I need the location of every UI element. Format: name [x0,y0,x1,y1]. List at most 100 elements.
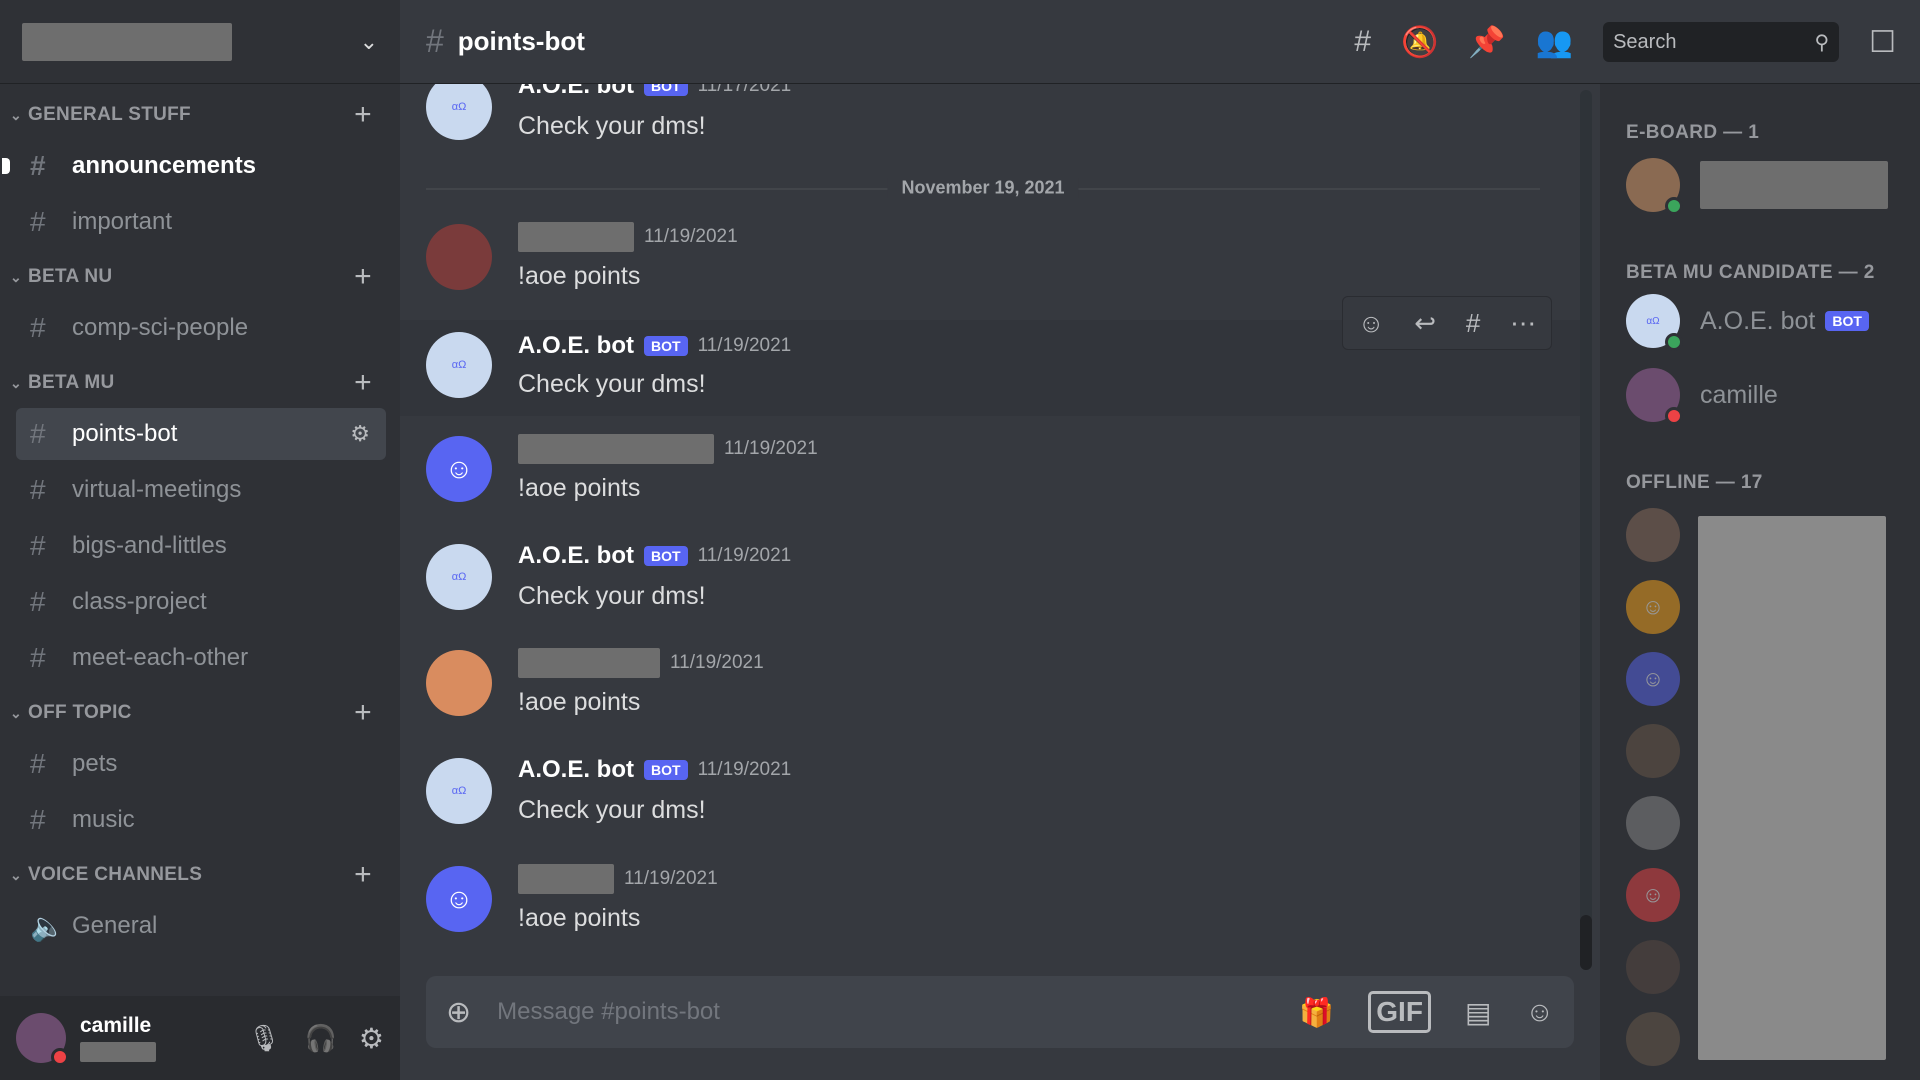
reply-icon[interactable]: ↩ [1414,308,1436,339]
channel-bigs-and-littles[interactable]: # bigs-and-littles [16,520,386,572]
message-author[interactable]: A.O.E. bot [518,756,634,784]
create-thread-icon[interactable]: # [1466,308,1480,339]
add-reaction-icon[interactable]: ☺ [1358,308,1385,339]
category-voice-channels[interactable]: ⌄ VOICE CHANNELS + [0,850,400,900]
message-author[interactable]: A.O.E. bot [518,542,634,570]
channel-points-bot[interactable]: # points-bot ⚙ [16,408,386,460]
add-attachment-icon[interactable]: ⊕ [446,995,471,1030]
bot-avatar[interactable]: αΩ [426,84,492,140]
add-channel-icon[interactable]: + [354,368,372,398]
category-general-stuff[interactable]: ⌄ GENERAL STUFF + [0,90,400,140]
emoji-icon[interactable]: ☺ [1525,996,1554,1028]
member-item[interactable]: ☺ [1626,868,1680,922]
message-author[interactable]: A.O.E. bot [518,84,634,100]
message-timestamp: 11/19/2021 [624,868,718,889]
member-list-icon[interactable]: 👥 [1536,25,1573,60]
default-discord-avatar[interactable]: ☺ [426,866,492,932]
add-channel-icon[interactable]: + [354,698,372,728]
member-item[interactable]: ☺ [1626,652,1680,706]
message[interactable]: αΩ A.O.E. bot BOT 11/19/2021 Check your dm… [400,756,1580,858]
channel-announcements[interactable]: # announcements [2,140,386,192]
user-settings-icon[interactable]: ⚙ [359,1022,384,1055]
category-off-topic[interactable]: ⌄ OFF TOPIC + [0,688,400,738]
user-panel: camille 🎙 🎧 ⚙ [0,996,400,1080]
add-channel-icon[interactable]: + [354,100,372,130]
message[interactable]: 11/19/2021 !aoe points [400,648,1580,750]
message-composer[interactable]: ⊕ Message #points-bot 🎁 GIF ▤ ☺ [426,976,1574,1048]
member-item[interactable] [1626,158,1888,215]
scrollbar-thumb[interactable] [1580,915,1592,970]
channel-music[interactable]: # music [16,794,386,846]
member-item[interactable] [1626,1012,1680,1066]
message-list: αΩ A.O.E. bot BOT 11/17/2021 Check your dm… [400,84,1580,954]
online-status-icon [1665,197,1683,215]
message-actions-bar: ☺ ↩ # ⋯ [1342,296,1552,350]
category-beta-nu[interactable]: ⌄ BETA NU + [0,252,400,302]
message-author-redacted [518,222,634,252]
pin-icon[interactable]: 📌 [1468,25,1505,60]
microphone-icon[interactable]: 🎙 [248,1023,281,1054]
message[interactable]: ☺ 11/19/2021 !aoe points [400,434,1580,536]
channel-settings-icon[interactable]: ⚙ [350,421,370,447]
message-timestamp: 11/19/2021 [670,652,764,673]
hash-lock-icon: # [30,418,46,449]
member-item[interactable]: ☺ [1626,580,1680,634]
mute-bell-icon[interactable]: 🔕 [1401,25,1438,60]
sticker-icon[interactable]: ▤ [1465,996,1491,1029]
channel-virtual-meetings[interactable]: # virtual-meetings [16,464,386,516]
message-scrollbar[interactable] [1580,90,1592,970]
inbox-icon[interactable]: ☐ [1869,25,1896,60]
channel-class-project[interactable]: # class-project [16,576,386,628]
message-text: !aoe points [518,688,641,716]
bot-badge: BOT [644,760,688,780]
more-icon[interactable]: ⋯ [1510,308,1536,339]
search-input[interactable]: Search ⚲ [1603,22,1840,62]
search-icon: ⚲ [1814,31,1830,54]
message[interactable]: ☺ 11/19/2021 !aoe points [400,864,1580,954]
member-group-offline: OFFLINE — 17 [1626,472,1763,493]
gif-button[interactable]: GIF [1368,991,1431,1033]
hash-lock-icon: # [30,474,46,505]
headphones-icon[interactable]: 🎧 [305,1023,337,1054]
threads-icon[interactable]: # [1354,25,1371,59]
category-beta-mu[interactable]: ⌄ BETA MU + [0,358,400,408]
date-divider: November 19, 2021 [426,177,1540,199]
member-item[interactable] [1626,724,1680,778]
message-text: Check your dms! [518,582,706,610]
channel-comp-sci-people[interactable]: # comp-sci-people [16,302,386,354]
hash-icon: # [30,804,46,835]
message-author-redacted [518,864,614,894]
user-avatar[interactable] [426,650,492,716]
default-discord-avatar[interactable]: ☺ [426,436,492,502]
user-avatar[interactable] [426,224,492,290]
message-timestamp: 11/19/2021 [724,438,818,459]
user-info[interactable]: camille [80,1014,248,1062]
add-channel-icon[interactable]: + [354,860,372,890]
member-item[interactable] [1626,796,1680,850]
bot-avatar[interactable]: αΩ [426,332,492,398]
channel-important[interactable]: # important [16,196,386,248]
member-item-camille[interactable]: camille [1626,368,1778,425]
channel-voice-general[interactable]: 🔈 General [16,900,386,952]
message-text: !aoe points [518,262,641,290]
message[interactable]: αΩ A.O.E. bot BOT 11/19/2021 Check your dm… [400,542,1580,644]
message[interactable]: αΩ A.O.E. bot BOT 11/17/2021 Check your dm… [400,84,1580,174]
member-name: A.O.E. bot [1700,306,1816,335]
channel-pets[interactable]: # pets [16,738,386,790]
message-author[interactable]: A.O.E. bot [518,332,634,360]
member-item-bot[interactable]: αΩ A.O.E. bot BOT [1626,294,1869,351]
member-item[interactable] [1626,508,1680,562]
bot-avatar[interactable]: αΩ [426,544,492,610]
message-timestamp: 11/19/2021 [697,335,792,356]
user-avatar[interactable] [16,1013,69,1066]
add-channel-icon[interactable]: + [354,262,372,292]
member-item[interactable] [1626,940,1680,994]
server-header[interactable]: ⌄ [0,0,400,84]
message-input[interactable]: Message #points-bot [497,998,1265,1026]
member-avatar [1626,368,1683,425]
channel-meet-each-other[interactable]: # meet-each-other [16,632,386,684]
bot-avatar[interactable]: αΩ [426,758,492,824]
chevron-down-icon[interactable]: ⌄ [360,29,378,55]
message-text: Check your dms! [518,112,706,140]
gift-icon[interactable]: 🎁 [1299,996,1334,1029]
